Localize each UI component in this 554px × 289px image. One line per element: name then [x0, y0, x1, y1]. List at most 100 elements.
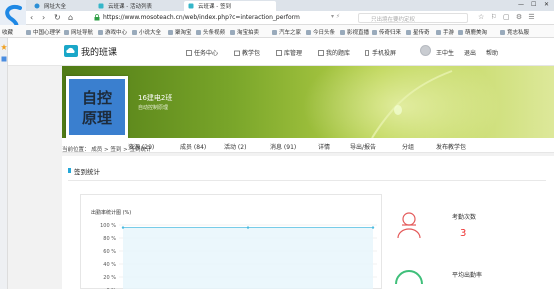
- tab-title: 网址大全: [44, 4, 67, 10]
- nav-library[interactable]: 库管理: [276, 48, 302, 57]
- class-subject: 自动控制原理: [138, 105, 169, 111]
- browser-tab[interactable]: 云班课 - 活动列表: [94, 1, 180, 11]
- url-text: https://www.mosoteach.cn/web/index.php?c…: [103, 14, 300, 21]
- nav-teaching-package[interactable]: 教学包: [234, 48, 260, 57]
- bookmark-item[interactable]: 汽车之家: [272, 28, 301, 36]
- site-title[interactable]: 我的班课: [81, 45, 117, 58]
- panel-title: 签到统计: [74, 168, 100, 176]
- minimize-icon[interactable]: —: [518, 1, 524, 8]
- bookmark-item[interactable]: 竞志私服: [500, 28, 529, 36]
- tab-activities[interactable]: 活动 (2): [224, 142, 246, 151]
- tab-details[interactable]: 详情: [318, 142, 330, 151]
- browser-sidebar: [0, 38, 8, 289]
- bookmark-item[interactable]: 收藏: [2, 28, 13, 36]
- browser-search-input[interactable]: 只出境在要约定权: [358, 13, 468, 23]
- chart-ytick-label: 100 %: [100, 223, 116, 229]
- url-field[interactable]: https://www.mosoteach.cn/web/index.php?c…: [92, 13, 342, 23]
- course-cover-line: 自控: [81, 89, 112, 107]
- class-name: 16建电2班: [138, 94, 173, 102]
- avg-rate-stat: 平均出勤率: [392, 266, 542, 289]
- ring-chart-icon: [395, 270, 423, 285]
- lock-icon: [94, 14, 100, 21]
- chart-canvas: 100 %80 %60 %40 %20 %0 %: [100, 223, 377, 289]
- maximize-icon[interactable]: ☐: [531, 1, 536, 8]
- tab-favicon-icon: [98, 3, 104, 9]
- tab-favicon-icon: [188, 3, 194, 9]
- tab-messages[interactable]: 消息 (91): [270, 142, 296, 151]
- nav-phone-cast[interactable]: 手机投屏: [364, 48, 396, 57]
- bookmark-item[interactable]: 聚淘宝: [168, 28, 192, 36]
- tab-publish-package[interactable]: 发布教学包: [436, 142, 466, 151]
- chart-point[interactable]: [246, 226, 250, 229]
- bookmark-item[interactable]: 传奇归来: [372, 28, 401, 36]
- checkin-stats-panel: 签到统计 出勤率统计图 (%) 100 %80 %60 %40 %20 %0 %…: [62, 156, 554, 289]
- chart-ytick-label: 20 %: [103, 275, 116, 281]
- divider: [68, 180, 546, 181]
- chart-area: [123, 227, 373, 289]
- attendance-count-stat: 考勤次数 3: [392, 208, 542, 248]
- bookmarks-bar: 收藏 中国心理学 网址导航 游戏中心 小说大全 聚淘宝 头条视频 淘宝拍卖 汽车…: [0, 25, 554, 38]
- site-header: 我的班课 任务中心 教学包 库管理 我的题库 手机投屏 王中生 退出 帮助: [8, 38, 554, 66]
- browser-tab[interactable]: 网址大全: [30, 1, 90, 11]
- attendance-chart: 出勤率统计图 (%) 100 %80 %60 %40 %20 %0 %: [80, 194, 382, 289]
- title-marker: [68, 168, 71, 173]
- tab-favicon-icon: [34, 3, 40, 9]
- package-icon: [234, 50, 240, 56]
- search-placeholder: 只出境在要约定权: [371, 17, 416, 23]
- course-cover[interactable]: 自控 原理: [66, 76, 128, 138]
- url-dropdown-icon[interactable]: ▾ ⚡: [331, 13, 340, 20]
- browser-tab-active[interactable]: 云班课 - 签到: [184, 1, 276, 11]
- tab-title: 云班课 - 签到: [198, 4, 231, 10]
- bookmark-item[interactable]: 今日头条: [306, 28, 335, 36]
- question-bank-icon: [318, 50, 324, 56]
- chart-ytick-label: 80 %: [103, 236, 116, 242]
- close-window-icon[interactable]: ✕: [544, 1, 549, 8]
- bookmark-item[interactable]: 淘宝拍卖: [230, 28, 259, 36]
- person-icon: [397, 212, 421, 239]
- avg-rate-label: 平均出勤率: [452, 272, 483, 279]
- leaf-decoration: [371, 70, 453, 138]
- back-icon[interactable]: ‹: [30, 13, 33, 22]
- bookmark-item[interactable]: 影视直播: [340, 28, 369, 36]
- browser-toolbar-icons[interactable]: ☆ ⚐ ▢ ⚙ ☰: [478, 13, 537, 21]
- tab-members[interactable]: 成员 (84): [180, 142, 206, 151]
- bookmark-item[interactable]: 小说大全: [132, 28, 161, 36]
- clipboard-icon: [186, 50, 192, 56]
- bookmark-item[interactable]: 头条视频: [196, 28, 225, 36]
- nav-task-center[interactable]: 任务中心: [186, 48, 218, 57]
- tab-export-report[interactable]: 导出/报告: [350, 142, 376, 151]
- chart-ytick-label: 60 %: [103, 249, 116, 255]
- phone-icon: [365, 50, 369, 56]
- bookmark-item[interactable]: 萌鹿美淘: [458, 28, 487, 36]
- user-name[interactable]: 王中生: [436, 48, 454, 57]
- library-icon: [276, 50, 282, 56]
- forward-icon[interactable]: ›: [42, 13, 45, 22]
- logout-link[interactable]: 退出: [464, 48, 476, 57]
- chart-point[interactable]: [371, 226, 375, 229]
- star-icon[interactable]: [1, 44, 7, 50]
- cloud-class-logo-icon[interactable]: [64, 45, 78, 57]
- page-content: 我的班课 任务中心 教学包 库管理 我的题库 手机投屏 王中生 退出 帮助 自控…: [8, 38, 554, 289]
- course-cover-line: 原理: [81, 109, 112, 127]
- chart-point[interactable]: [121, 226, 125, 229]
- chart-ytick-label: 40 %: [103, 262, 116, 268]
- bookmark-item[interactable]: 手游: [436, 28, 454, 36]
- tab-groups[interactable]: 分组: [402, 142, 414, 151]
- course-banner: [62, 66, 554, 138]
- attendance-count-value: 3: [460, 228, 467, 239]
- bookmark-item[interactable]: 游戏中心: [98, 28, 127, 36]
- help-link[interactable]: 帮助: [486, 48, 498, 57]
- refresh-icon[interactable]: ↻: [54, 13, 61, 22]
- bookmark-item[interactable]: 中国心理学: [26, 28, 61, 36]
- attendance-count-label: 考勤次数: [452, 214, 477, 221]
- tab-title: 云班课 - 活动列表: [108, 4, 152, 10]
- sidebar-app-icon[interactable]: [1, 56, 7, 62]
- bookmark-item[interactable]: 网址导航: [64, 28, 93, 36]
- home-icon[interactable]: ⌂: [68, 13, 73, 22]
- nav-question-bank[interactable]: 我的题库: [318, 48, 350, 57]
- browser-tab-bar: 网址大全 云班课 - 活动列表 云班课 - 签到 — ☐ ✕: [26, 0, 554, 11]
- breadcrumb: 当前位置： 成员 > 签到 > 签到统计: [62, 147, 152, 153]
- bookmark-item[interactable]: 星传奇: [406, 28, 430, 36]
- avatar[interactable]: [420, 45, 431, 56]
- address-bar: ‹ › ↻ ⌂ https://www.mosoteach.cn/web/ind…: [26, 11, 554, 25]
